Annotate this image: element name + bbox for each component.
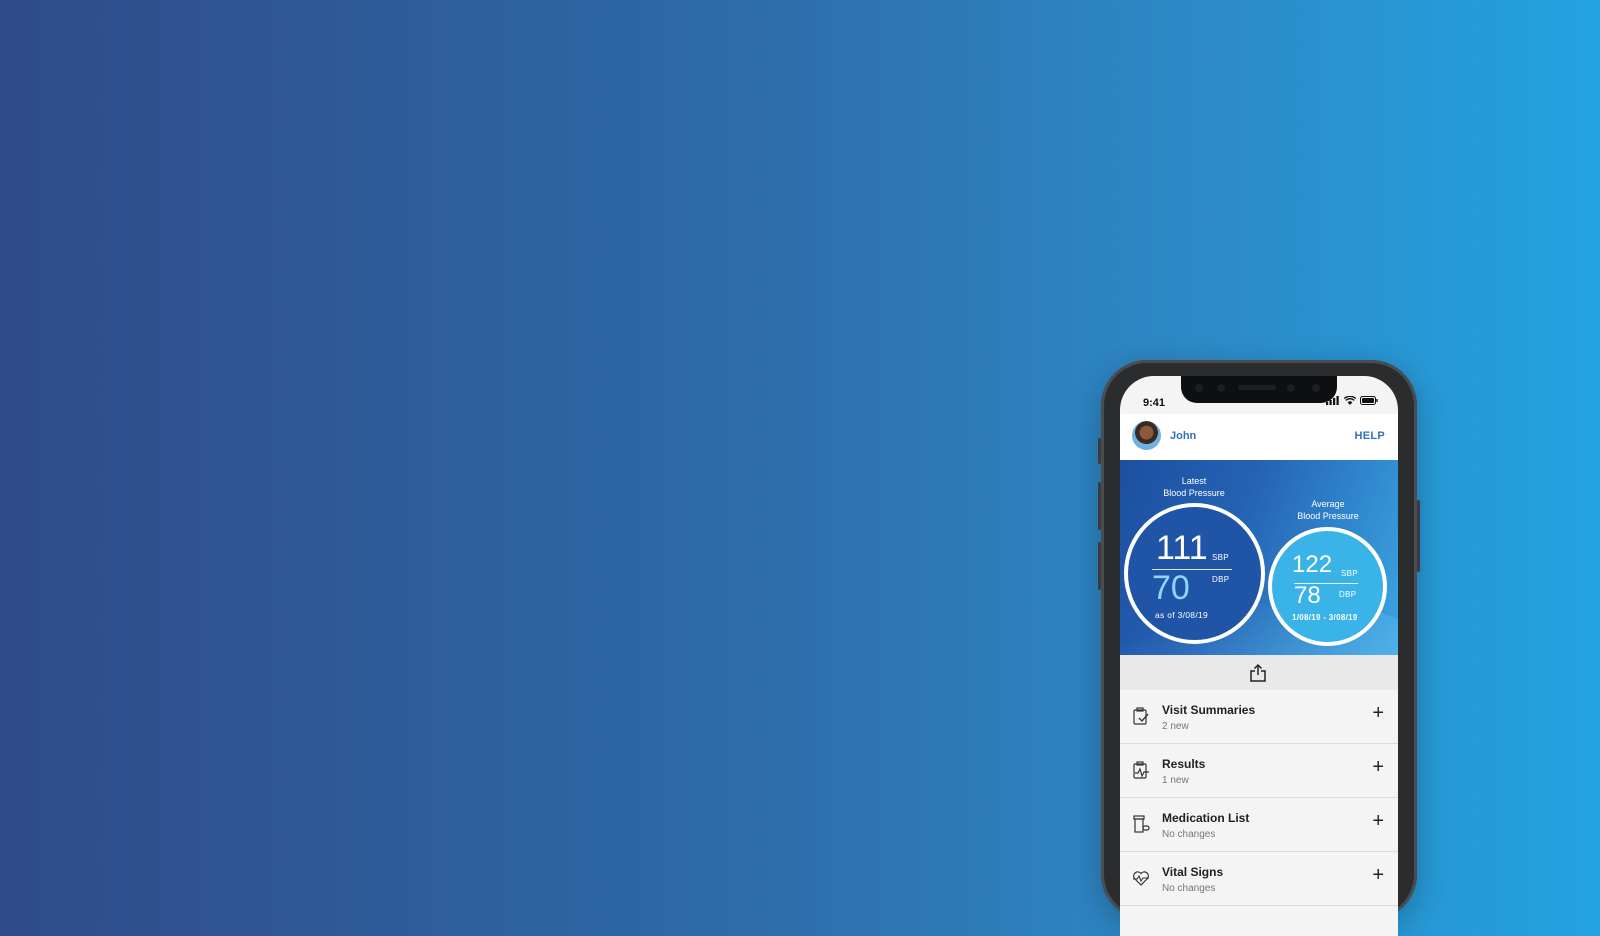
clipboard-check-icon (1133, 707, 1149, 725)
latest-dbp-value: 70 (1152, 569, 1190, 607)
status-time: 9:41 (1143, 397, 1166, 409)
pill-bottle-icon (1133, 815, 1150, 833)
list-item-subtitle: 2 new (1162, 721, 1189, 732)
help-link[interactable]: HELP (1354, 430, 1385, 442)
phone-screen: 9:41 John HELP Latest Blood Pressure 111… (1120, 376, 1398, 936)
avatar[interactable] (1132, 421, 1161, 450)
average-dbp-value: 78 (1294, 582, 1321, 609)
camera-dot (1287, 384, 1295, 392)
battery-icon (1360, 396, 1378, 405)
phone-mockup: 9:41 John HELP Latest Blood Pressure 111… (1098, 360, 1420, 936)
sensor-dot (1217, 384, 1225, 392)
average-bp-ring[interactable]: 122 SBP 78 DBP 1/08/19 - 3/08/19 (1268, 527, 1387, 646)
list-item-subtitle: No changes (1162, 883, 1216, 894)
status-icons (1326, 396, 1378, 405)
average-bp-caption-line2: Blood Pressure (1297, 511, 1359, 521)
share-icon[interactable] (1248, 663, 1268, 683)
speaker-grille (1238, 385, 1276, 390)
list-item-title: Results (1162, 757, 1206, 771)
list-item-subtitle: 1 new (1162, 775, 1189, 786)
expand-plus-icon[interactable]: + (1372, 865, 1384, 885)
wifi-icon (1344, 396, 1356, 405)
signal-icon (1326, 396, 1339, 405)
volume-up-button (1098, 482, 1101, 530)
latest-bp-ring[interactable]: 111 SBP 70 DBP as of 3/08/19 (1124, 503, 1265, 644)
average-sbp-value: 122 (1292, 551, 1333, 578)
blood-pressure-panel: Latest Blood Pressure 111 SBP 70 DBP as … (1120, 460, 1398, 655)
share-bar (1120, 655, 1398, 690)
expand-plus-icon[interactable]: + (1372, 703, 1384, 723)
heart-pulse-icon (1133, 871, 1149, 886)
latest-bp-caption-line1: Latest (1181, 476, 1207, 486)
latest-sbp-label: SBP (1212, 553, 1229, 562)
list-item-subtitle: No changes (1162, 829, 1216, 840)
mute-switch (1098, 438, 1101, 464)
camera-dot (1312, 384, 1320, 392)
list-item-medication-list[interactable]: Medication List No changes + (1120, 798, 1398, 852)
power-button (1417, 500, 1420, 572)
average-bp-caption-line1: Average (1311, 499, 1345, 509)
average-sbp-label: SBP (1341, 569, 1358, 578)
sensor-dot (1195, 384, 1203, 392)
page-background: { "status_bar": { "time": "9:41" }, "hea… (0, 0, 1600, 936)
app-header: John HELP (1120, 414, 1398, 460)
average-dbp-label: DBP (1339, 590, 1357, 599)
list-item-title: Vital Signs (1162, 865, 1224, 879)
clipboard-pulse-icon (1133, 761, 1149, 779)
volume-down-button (1098, 542, 1101, 590)
list-item-vital-signs[interactable]: Vital Signs No changes + (1120, 852, 1398, 906)
list-item-results[interactable]: Results 1 new + (1120, 744, 1398, 798)
notch (1181, 376, 1337, 403)
average-bp-range: 1/08/19 - 3/08/19 (1292, 613, 1358, 622)
expand-plus-icon[interactable]: + (1372, 811, 1384, 831)
list-item-title: Visit Summaries (1162, 703, 1256, 717)
latest-bp-date: as of 3/08/19 (1155, 610, 1209, 620)
list-item-title: Medication List (1162, 811, 1250, 825)
user-name-link[interactable]: John (1170, 430, 1196, 442)
latest-dbp-label: DBP (1212, 575, 1230, 584)
latest-bp-caption: Latest Blood Pressure (1148, 475, 1240, 499)
average-bp-caption: Average Blood Pressure (1282, 498, 1374, 522)
latest-bp-caption-line2: Blood Pressure (1163, 488, 1225, 498)
health-summary-list: Visit Summaries 2 new + Results 1 new + (1120, 690, 1398, 906)
list-item-visit-summaries[interactable]: Visit Summaries 2 new + (1120, 690, 1398, 744)
latest-sbp-value: 111 (1156, 529, 1208, 567)
expand-plus-icon[interactable]: + (1372, 757, 1384, 777)
